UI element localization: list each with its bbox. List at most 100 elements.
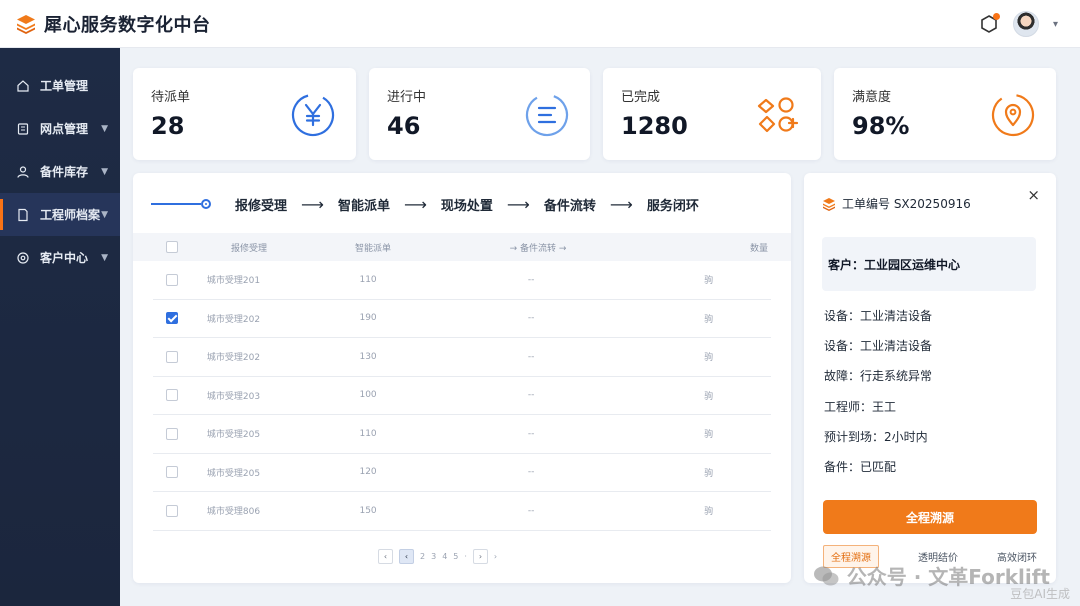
current-page-button[interactable]: ‹ bbox=[399, 549, 414, 564]
table-row[interactable]: 城市受理202 130 -- 驹 bbox=[153, 338, 771, 377]
row-checkbox[interactable] bbox=[166, 312, 178, 325]
watermark-sub: 豆包AI生成 bbox=[1010, 587, 1070, 601]
full-trace-button[interactable]: 全程溯源 bbox=[823, 500, 1037, 534]
table-row[interactable]: 城市受理806 150 -- 驹 bbox=[153, 492, 771, 531]
app-title: 犀心服务数字化中台 bbox=[44, 14, 211, 36]
sidebar-item-customer-center[interactable]: 客户中心 ▼ bbox=[0, 236, 120, 279]
building-icon bbox=[17, 122, 29, 135]
cell-flow: -- bbox=[527, 274, 535, 285]
cell-number: 100 bbox=[359, 390, 377, 401]
flow-step[interactable]: 智能派单 bbox=[338, 195, 390, 214]
row-checkbox[interactable] bbox=[166, 273, 178, 286]
stat-value: 46 bbox=[387, 112, 421, 140]
cell-number: 110 bbox=[359, 428, 377, 439]
chevron-down-icon: ▼ bbox=[101, 123, 108, 134]
transparent-pricing-link[interactable]: 透明结价 bbox=[918, 549, 958, 564]
settings-icon bbox=[17, 251, 29, 264]
row-checkbox[interactable] bbox=[166, 389, 178, 402]
table-row[interactable]: 城市受理203 100 -- 驹 bbox=[153, 377, 771, 415]
page-number[interactable]: 2 bbox=[420, 552, 425, 561]
cell-name: 城市受理806 bbox=[206, 507, 261, 518]
customer-info: 客户：工业园区运维中心 bbox=[822, 237, 1036, 291]
home-icon bbox=[17, 79, 29, 92]
column-header[interactable]: 报修受理 bbox=[193, 241, 328, 254]
sidebar-item-label: 工单管理 bbox=[40, 79, 89, 93]
flow-line bbox=[151, 203, 201, 205]
arrow-right-icon: ⟶ bbox=[403, 194, 427, 214]
stat-card-pending[interactable]: 待派单 28 bbox=[133, 68, 356, 160]
flow-step[interactable]: 备件流转 bbox=[544, 195, 596, 214]
flow-step[interactable]: 报修受理 bbox=[235, 195, 287, 214]
stat-card-in-progress[interactable]: 进行中 46 bbox=[369, 68, 590, 160]
cell-number: 110 bbox=[359, 274, 377, 285]
efficient-close-link[interactable]: 高效闭环 bbox=[997, 549, 1037, 564]
sidebar-item-outlets[interactable]: 网点管理 ▼ bbox=[0, 107, 120, 150]
cell-flow: -- bbox=[527, 505, 535, 516]
row-checkbox[interactable] bbox=[166, 504, 178, 517]
row-checkbox[interactable] bbox=[166, 466, 178, 479]
trace-chip[interactable]: 全程溯源 bbox=[823, 544, 879, 568]
file-icon bbox=[18, 208, 28, 221]
cell-name: 城市受理205 bbox=[206, 468, 261, 479]
detail-device: 设备：工业清洁设备 bbox=[824, 339, 933, 353]
sidebar-item-engineer-profiles[interactable]: 工程师档案 ▼ bbox=[0, 193, 120, 236]
cell-number: 150 bbox=[359, 505, 377, 516]
prev-page-button[interactable]: ‹ bbox=[378, 549, 393, 564]
brand[interactable]: 犀心服务数字化中台 bbox=[0, 11, 211, 37]
workflow-steps: 报修受理 ⟶ 智能派单 ⟶ 现场处置 ⟶ 备件流转 ⟶ 服务闭环 bbox=[151, 193, 699, 215]
stat-value: 28 bbox=[151, 112, 185, 140]
layers-logo-icon bbox=[17, 14, 35, 34]
stat-label: 进行中 bbox=[387, 90, 427, 105]
table-row[interactable]: 城市受理201 110 -- 驹 bbox=[153, 261, 771, 300]
chevron-down-icon: ▼ bbox=[101, 252, 108, 263]
stat-card-completed[interactable]: 已完成 1280 bbox=[603, 68, 821, 160]
table-row[interactable]: 城市受理205 110 -- 驹 bbox=[153, 415, 771, 454]
pagination: ‹ ‹ 2 3 4 5 · › › bbox=[378, 549, 497, 564]
cell-name: 城市受理202 bbox=[206, 353, 261, 364]
cell-name: 城市受理205 bbox=[206, 430, 261, 441]
notification-bell[interactable] bbox=[979, 13, 1000, 34]
sidebar-item-spare-parts[interactable]: 备件库存 ▼ bbox=[0, 150, 120, 193]
last-page-button[interactable]: › bbox=[494, 552, 497, 561]
cell-flow: -- bbox=[527, 390, 535, 401]
cell-number: 130 bbox=[359, 351, 377, 362]
table-row[interactable]: 城市受理205 120 -- 驹 bbox=[153, 454, 771, 492]
detail-fault: 故障：行走系统异常 bbox=[824, 369, 933, 383]
page-number[interactable]: 5 bbox=[453, 552, 458, 561]
stat-value: 98% bbox=[852, 112, 910, 140]
cell-number: 190 bbox=[359, 313, 377, 324]
row-checkbox[interactable] bbox=[166, 427, 178, 440]
sidebar-item-work-orders[interactable]: 工单管理 bbox=[0, 64, 120, 107]
next-page-button[interactable]: › bbox=[472, 549, 488, 564]
chevron-down-icon: ▼ bbox=[101, 166, 108, 177]
avatar[interactable] bbox=[1012, 11, 1039, 37]
cell-unit: 驹 bbox=[704, 314, 714, 325]
table-row[interactable]: 城市受理202 190 -- 驹 bbox=[153, 300, 771, 338]
detail-parts: 备件：已匹配 bbox=[824, 460, 897, 474]
detail-engineer: 工程师：王工 bbox=[824, 400, 897, 414]
flow-step[interactable]: 现场处置 bbox=[441, 195, 493, 214]
select-all-checkbox[interactable] bbox=[166, 241, 178, 253]
user-icon bbox=[17, 165, 29, 178]
column-header[interactable]: 智能派单 bbox=[328, 241, 418, 254]
notification-dot bbox=[992, 13, 1000, 20]
stat-card-satisfaction[interactable]: 满意度 98% bbox=[834, 68, 1056, 160]
stat-value: 1280 bbox=[621, 112, 688, 140]
column-header[interactable]: 数量 bbox=[658, 241, 768, 254]
cell-flow: -- bbox=[527, 313, 535, 324]
page-number[interactable]: 4 bbox=[442, 552, 447, 561]
flow-step[interactable]: 服务闭环 bbox=[647, 195, 699, 214]
cell-unit: 驹 bbox=[704, 276, 714, 287]
detail-device: 设备：工业清洁设备 bbox=[824, 309, 933, 323]
layers-icon bbox=[823, 197, 835, 211]
arrow-right-icon: ⟶ bbox=[506, 194, 530, 214]
page-number[interactable]: 3 bbox=[431, 552, 436, 561]
column-header[interactable]: → 备件流转 → bbox=[418, 241, 658, 254]
close-icon[interactable]: × bbox=[1027, 186, 1040, 204]
shapes-icon bbox=[757, 97, 799, 133]
sub-actions: 全程溯源 透明结价 高效闭环 bbox=[823, 544, 1037, 568]
chevron-down-icon[interactable]: ▾ bbox=[1053, 19, 1058, 30]
yen-icon bbox=[291, 93, 335, 137]
cell-name: 城市受理201 bbox=[206, 276, 261, 287]
row-checkbox[interactable] bbox=[166, 350, 178, 363]
